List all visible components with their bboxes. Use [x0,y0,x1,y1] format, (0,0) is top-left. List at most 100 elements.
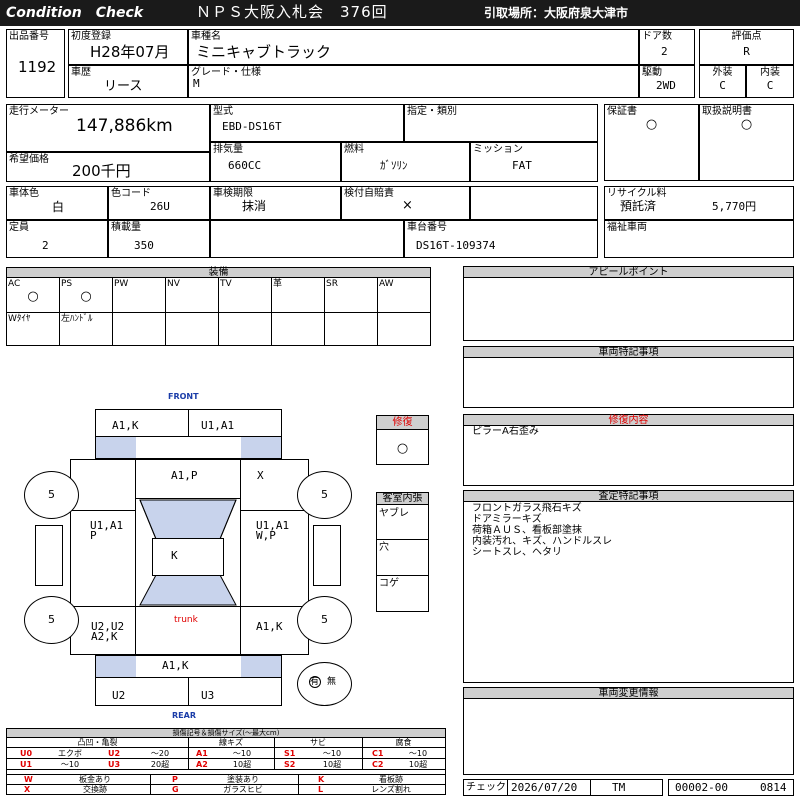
blank-spec-cell [470,186,598,220]
history-label: 車歴 [71,67,91,78]
interior-row-tear: ヤブレ [379,508,409,519]
equipment-col-div [324,278,325,345]
equipment-col-div [165,278,166,345]
warranty-label: 保証書 [607,106,637,117]
right-side-window [313,525,341,586]
footer-check-label: チェック [466,782,506,793]
damage-left-doors-2: P [90,529,97,542]
legend-desc-u3: 20超 [150,760,170,769]
capacity-label: 定員 [9,222,29,233]
auction-title: ＮＰＳ大阪入札会 376回 [196,3,388,21]
equip-label-pw: PW [114,279,129,289]
legend-code-w: W [24,775,33,784]
inspection-notes-title: 査定特記事項 [464,491,793,502]
appeal-title: アピールポイント [464,267,793,278]
rear-fender-shade-left [96,656,136,677]
name-label: 車種名 [191,31,221,42]
front-label: FRONT [168,392,199,401]
legend-code-u1: U1 [20,760,33,769]
lot-label: 出品番号 [9,31,49,42]
repair-detail-title: 修復内容 [464,415,793,426]
rear-glass [139,574,237,606]
int-value: C [766,79,774,92]
front-fender-shade-left [96,437,136,458]
insurance-label: 検付自賠責 [344,188,394,199]
mileage-value: 147,886km [76,116,173,136]
legend-group-scratch: 線キズ [219,738,243,747]
damage-rear-panel: A1,K [162,659,189,672]
legend-col [274,738,275,769]
equipment-title: 装備 [7,268,430,278]
equip-label-aw: AW [379,279,394,289]
equip-label-leather: 革 [273,279,283,289]
damage-right-rear: A1,K [256,620,283,633]
equip-label-tv: TV [220,279,232,289]
legend-desc-u2: ～20 [150,749,170,758]
score-label: 評価点 [731,31,762,42]
doors-value: 2 [661,45,668,58]
equip-mark-ps: ○ [80,289,92,304]
rear-fender-shade-right [241,656,281,677]
front-fender-shade-right [241,437,281,458]
doors-label: ドア数 [642,31,672,42]
footer-number: 0814 [760,781,787,794]
displacement-label: 排気量 [213,144,243,155]
equipment-col-div [112,278,113,345]
legend-code-a2: A2 [196,760,208,769]
history-value: リース [104,79,143,94]
tire-rear-right-value: 5 [321,613,328,626]
equip-label-lhd: 左ﾊﾝﾄﾞﾙ [61,314,93,324]
legend-title: 損傷記号＆損傷サイズ(～最大cm) [7,729,445,738]
legend-line [7,747,445,748]
legend-col [150,774,151,794]
legend-code-s2: S2 [284,760,296,769]
legend-desc-u0: エクボ [58,749,82,758]
footer-split [590,780,591,795]
legend-group-dent: 凸凹・亀裂 [77,738,118,747]
body-split-right [240,460,241,654]
legend-code-u0: U0 [20,749,33,758]
tire-front-right-value: 5 [321,488,328,501]
repair-mark: ○ [396,441,409,456]
legend-desc-c1: ～10 [408,749,428,758]
manual-mark: ○ [740,117,753,132]
inspection-notes-line: ドアミラーキズ [472,514,542,525]
grade-value: M [193,77,200,90]
legend-col [298,774,299,794]
equipment-col-div [218,278,219,345]
spare-tire-indicator [297,662,352,706]
equipment-col-div [377,278,378,345]
manual-label: 取扱説明書 [702,106,752,117]
legend-code-s1: S1 [284,749,296,758]
ext-label: 外装 [712,67,733,78]
legend-col [188,738,189,769]
recycle-label: リサイクル料 [607,188,667,199]
legend-desc-u1: ～10 [60,760,80,769]
color-label: 車体色 [9,188,39,199]
equipment-col-div [59,278,60,345]
legend-code-u3: U3 [108,760,121,769]
load-value: 350 [134,239,154,252]
legend-desc-s2: 10超 [322,760,342,769]
price-value: 200千円 [72,162,131,180]
chassis-value: DS16T-109374 [416,239,496,252]
changes-panel [463,687,794,775]
damage-front-bumper-left: A1,K [112,419,139,432]
first-reg-label: 初度登録 [71,31,111,42]
legend-code-x: X [24,785,31,794]
recycle-fee: 5,770円 [712,200,757,213]
fuel-label: 燃料 [344,144,364,155]
load-label: 積載量 [111,222,141,233]
warranty-mark: ○ [645,117,658,132]
equip-label-nv: NV [167,279,180,289]
equip-label-wtire: Wﾀｲﾔ [8,314,31,324]
tire-front-left-value: 5 [48,488,55,501]
legend-col [362,738,363,769]
transmission-label: ミッション [473,144,523,155]
drive-label: 駆動 [642,67,662,78]
capacity-value: 2 [42,239,49,252]
left-side-window [35,525,63,586]
special-title: 車両特記事項 [464,347,793,358]
fuel-value: ｶﾞｿﾘﾝ [380,159,408,172]
legend-desc-a2: 10超 [232,760,252,769]
